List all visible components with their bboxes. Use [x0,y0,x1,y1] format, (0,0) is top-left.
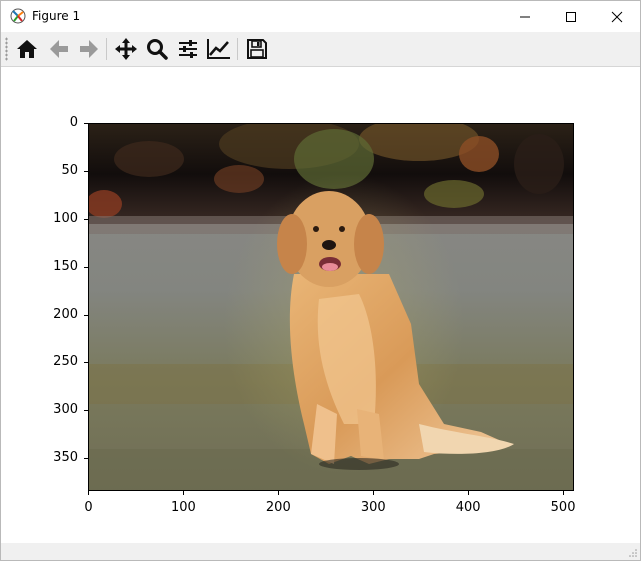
pan-icon [115,38,137,60]
y-tick-label: 300 [53,402,78,418]
toolbar-grip[interactable] [5,37,8,61]
maximize-button[interactable] [548,1,594,32]
close-button[interactable] [594,1,640,32]
status-bar [1,543,640,560]
x-tick-label: 300 [360,500,386,515]
x-tick-mark [373,491,375,495]
y-tick-mark [84,458,88,460]
subplots-icon [179,40,197,58]
x-tick-mark [183,491,185,495]
y-tick-mark [84,362,88,364]
maximize-icon [566,11,576,22]
x-tick-mark [468,491,470,495]
figure-canvas[interactable]: 0 50 100 150 200 250 300 350 0 100 200 300 400 500 [1,67,640,543]
forward-icon [80,40,98,58]
close-icon [611,11,623,22]
y-tick-label: 150 [53,258,78,274]
y-tick-mark [84,266,88,268]
zoom-button[interactable] [143,35,171,63]
y-tick-mark [84,314,88,316]
toolbar-separator [106,38,107,60]
y-tick-mark [84,410,88,412]
y-tick-mark [84,219,88,221]
customize-button[interactable] [205,35,233,63]
x-tick-mark [563,491,565,495]
y-tick-label: 100 [53,211,78,227]
save-icon [247,39,267,59]
x-tick-mark [278,491,280,495]
x-tick-mark [88,491,90,495]
figure-window: Figure 1 0 50 100 150 200 250 300 350 0 … [0,0,641,561]
zoom-icon [147,39,168,60]
x-tick-label: 400 [455,500,481,515]
x-tick-label: 100 [170,500,196,515]
minimize-button[interactable] [502,1,548,32]
dog-image [89,124,573,490]
home-button[interactable] [13,35,41,63]
y-tick-label: 350 [53,450,78,466]
save-button[interactable] [243,35,271,63]
y-tick-mark [84,171,88,173]
title-bar[interactable]: Figure 1 [1,1,640,32]
minimize-icon [520,16,530,17]
y-tick-label: 50 [61,163,78,179]
y-tick-label: 250 [53,354,78,370]
pan-button[interactable] [112,35,140,63]
x-tick-label: 0 [84,500,93,515]
navigation-toolbar [1,32,640,67]
matplotlib-icon [10,8,26,24]
back-button[interactable] [45,35,73,63]
x-tick-label: 500 [550,500,576,515]
resize-grip-icon[interactable] [628,548,638,558]
y-tick-label: 200 [53,306,78,322]
window-title: Figure 1 [32,9,81,23]
subplots-button[interactable] [174,35,202,63]
forward-button[interactable] [75,35,103,63]
home-icon [17,40,37,58]
y-tick-label: 0 [69,115,78,131]
y-tick-mark [84,123,88,125]
x-tick-label: 200 [265,500,291,515]
back-icon [50,40,68,58]
toolbar-separator [237,38,238,60]
customize-icon [207,39,230,59]
image-display[interactable] [88,123,574,491]
